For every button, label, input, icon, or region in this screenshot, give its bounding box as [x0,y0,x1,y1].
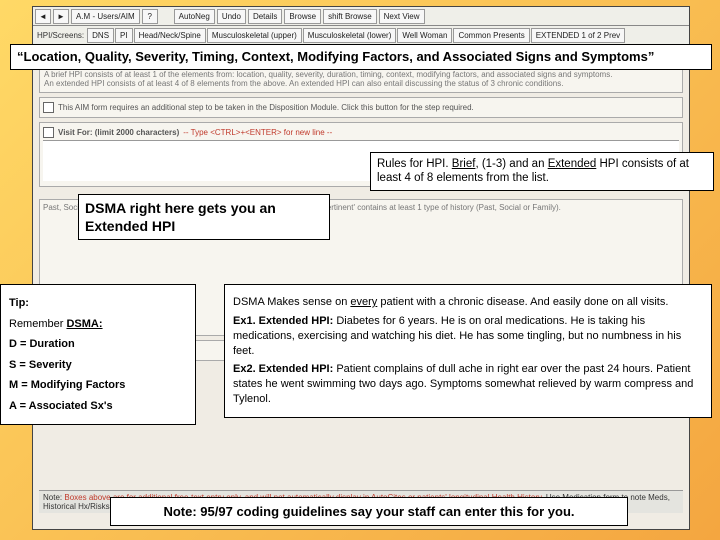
visitfor-hint: -- Type <CTRL>+<ENTER> for new line -- [183,128,332,137]
visitfor-checkbox[interactable] [43,127,54,138]
notes-box: DSMA Makes sense on every patient with a… [224,284,712,418]
hpi-help-line1: A brief HPI consists of at least 1 of th… [44,70,678,79]
form-title[interactable]: A.M - Users/AIM [71,9,140,24]
nav-back-button[interactable]: ◄ [35,9,51,24]
tab-ext[interactable]: EXTENDED 1 of 2 Prev [531,28,625,43]
autoneg-button[interactable]: AutoNeg [174,9,215,24]
visitfor-label: Visit For: (limit 2000 characters) [58,128,179,137]
callout-header: “Location, Quality, Severity, Timing, Co… [10,44,712,70]
browse-button[interactable]: Browse [284,9,321,24]
aim-step-label: This AIM form requires an additional ste… [58,103,474,112]
aim-step-checkbox[interactable] [43,102,54,113]
shift-browse-button[interactable]: shift Browse [323,9,377,24]
callout-rules: Rules for HPI. Brief, (1-3) and an Exten… [370,152,714,191]
foot-note: Note: 95/97 coding guidelines say your s… [110,497,628,526]
help-button[interactable]: ? [142,9,158,24]
tab-row: HPI/Screens: DNS PI Head/Neck/Spine Musc… [33,26,689,45]
tab-dns[interactable]: DNS [87,28,114,43]
tab-pi[interactable]: PI [115,28,133,43]
tab-msk-upper[interactable]: Musculoskeletal (upper) [207,28,302,43]
tab-well-woman[interactable]: Well Woman [397,28,452,43]
tab-headneck[interactable]: Head/Neck/Spine [134,28,206,43]
tab-common-presents[interactable]: Common Presents [453,28,529,43]
hpi-help-line2: An extended HPI consists of at least 4 o… [44,79,678,88]
tab-msk-lower[interactable]: Musculoskeletal (lower) [303,28,397,43]
undo-button[interactable]: Undo [217,9,246,24]
details-button[interactable]: Details [248,9,282,24]
nav-fwd-button[interactable]: ► [53,9,69,24]
tip-box: Tip: Remember DSMA: D = Duration S = Sev… [0,284,196,425]
main-toolbar: ◄ ► A.M - Users/AIM ? AutoNeg Undo Detai… [33,7,689,26]
callout-dsma: DSMA right here gets you an Extended HPI [78,194,330,240]
next-view-button[interactable]: Next View [379,9,425,24]
hpi-label: HPI/Screens: [35,31,86,40]
